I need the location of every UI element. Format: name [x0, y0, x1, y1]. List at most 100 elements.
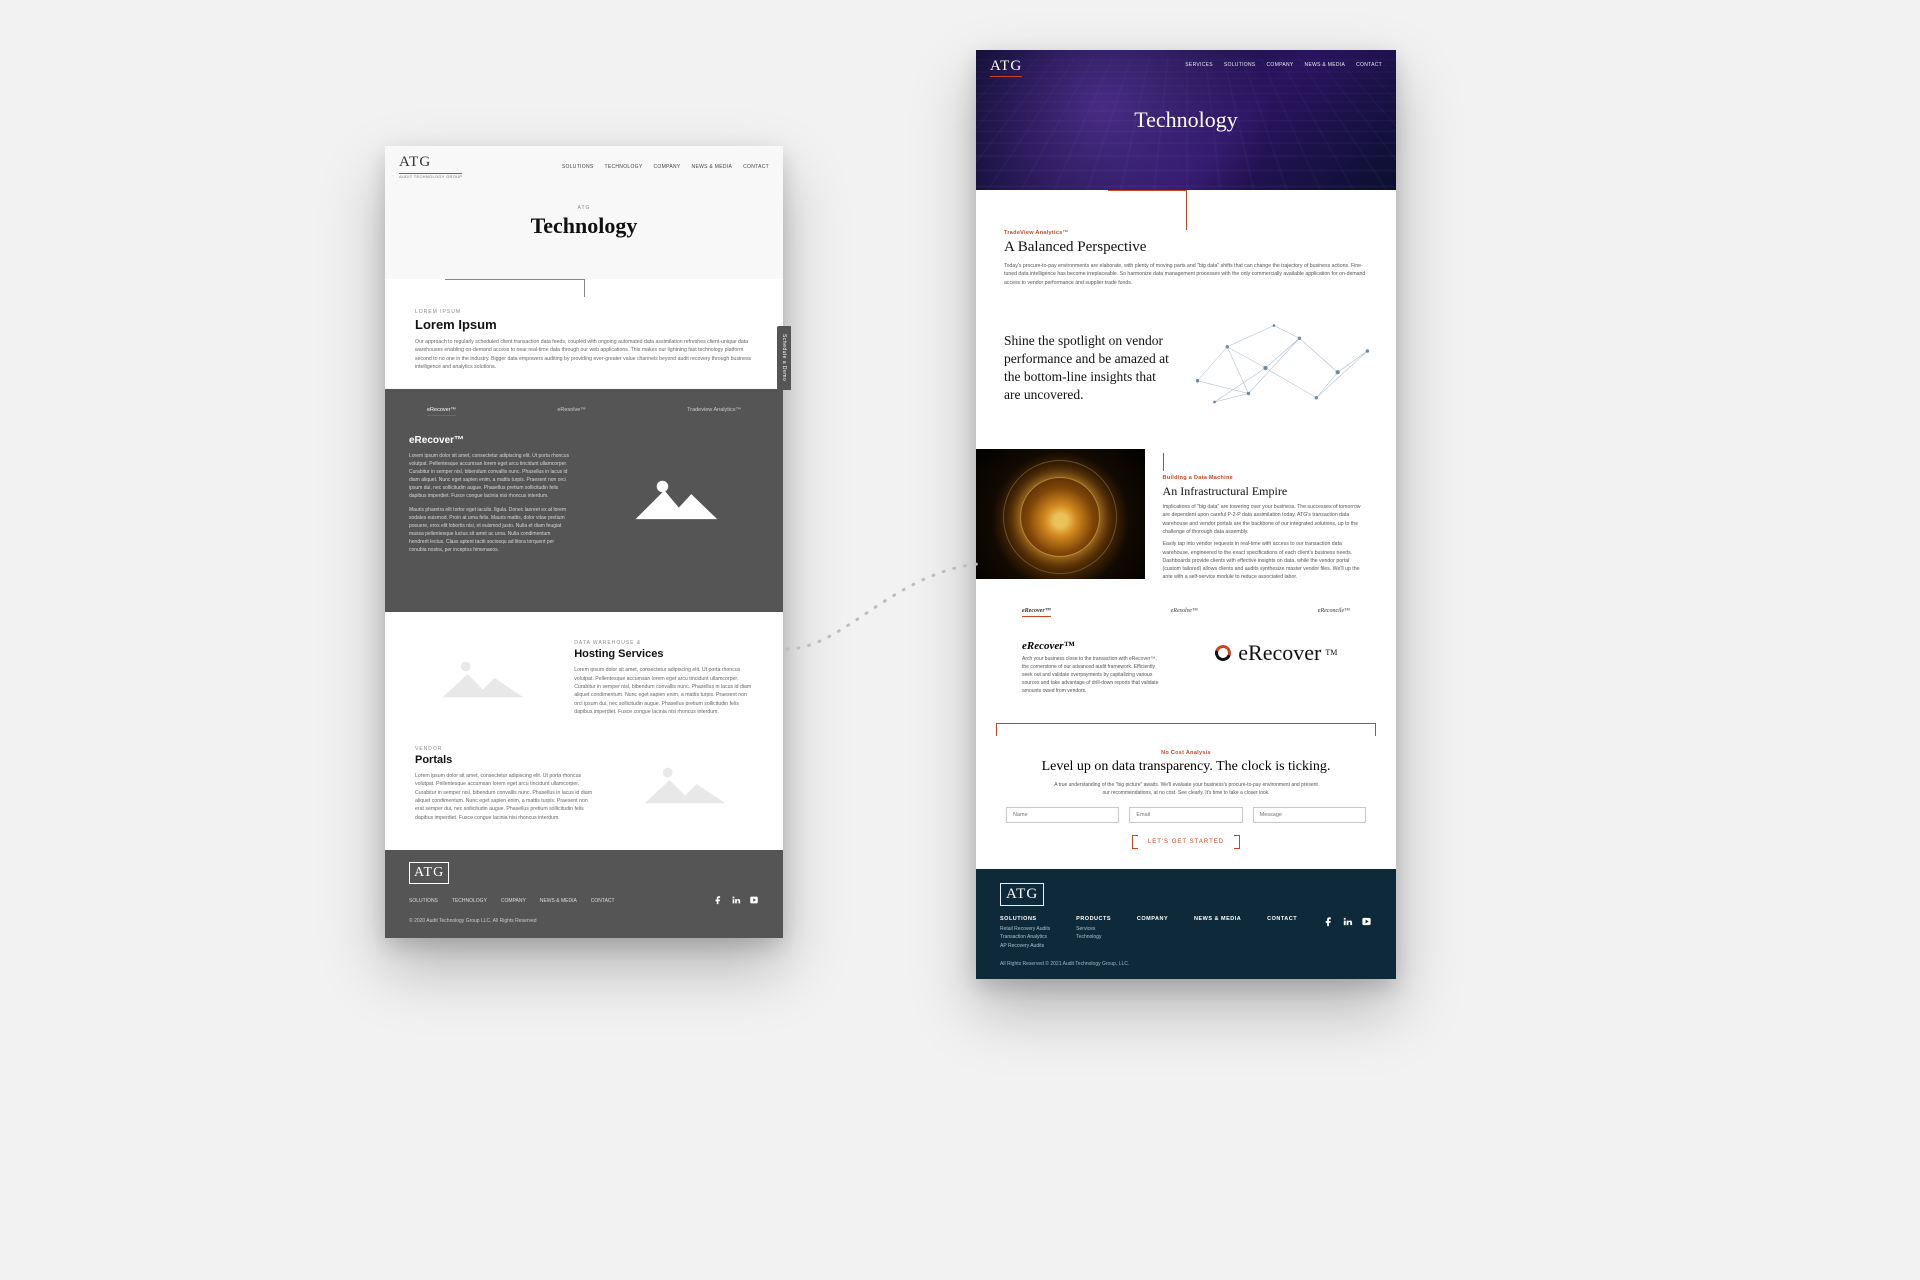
section-eyebrow: DATA WAREHOUSE & [574, 640, 753, 646]
email-field[interactable] [1129, 807, 1242, 823]
section-title: Hosting Services [574, 648, 753, 660]
data-machine-section: Building a Data Machine An Infrastructur… [976, 441, 1396, 600]
tab-erecover[interactable]: eRecover™ [1022, 608, 1051, 614]
cta-title: Level up on data transparency. The clock… [996, 759, 1376, 775]
nav-item[interactable]: COMPANY [1267, 62, 1294, 68]
erecover-logo: eRecover TM [1186, 640, 1366, 666]
nav-item[interactable]: NEWS & MEDIA [1305, 62, 1346, 68]
section-title: Lorem Ipsum [415, 317, 753, 332]
footer-col-heading[interactable]: CONTACT [1267, 916, 1297, 922]
nav-item[interactable]: COMPANY [654, 164, 681, 170]
decorative-line [584, 279, 585, 297]
page-title: Technology [976, 107, 1396, 133]
linkedin-icon[interactable] [1342, 916, 1353, 929]
footer-col-heading[interactable]: COMPANY [1137, 916, 1168, 922]
tab-ereconcile[interactable]: eReconcile™ [1318, 608, 1350, 614]
primary-nav: SERVICES SOLUTIONS COMPANY NEWS & MEDIA … [1185, 62, 1382, 68]
social-links [1323, 916, 1372, 952]
brand-section: eRecover™ Arch your business close to th… [976, 618, 1396, 705]
facebook-icon[interactable] [1323, 916, 1334, 929]
social-links [713, 892, 759, 910]
message-field[interactable] [1253, 807, 1366, 823]
portals-section: VENDOR Portals Lorem ipsum dolor sit ame… [385, 732, 783, 850]
network-graphic-icon [1189, 313, 1376, 423]
footer-nav-item[interactable]: COMPANY [501, 898, 526, 904]
section-body: Lorem ipsum dolor sit amet, consectetur … [574, 666, 753, 716]
footer-link[interactable]: Retail Recovery Audits [1000, 926, 1050, 932]
wireframe-mockup: ATG AUDIT TECHNOLOGY GROUP SOLUTIONS TEC… [385, 146, 783, 938]
section-title: A Balanced Perspective [1004, 239, 1368, 256]
decorative-line [1163, 453, 1164, 471]
tab-eresolve[interactable]: eResolve™ [557, 407, 585, 413]
footer-col-company: COMPANY [1137, 916, 1168, 952]
footer-col-heading[interactable]: NEWS & MEDIA [1194, 916, 1241, 922]
image-placeholder-icon [415, 640, 550, 716]
youtube-icon[interactable] [749, 892, 759, 910]
tab-content: eRecover™ Lorem ipsum dolor sit amet, co… [409, 435, 570, 560]
footer-link[interactable]: Technology [1076, 934, 1111, 940]
cta-eyebrow: No Cost Analysis [996, 750, 1376, 756]
footer-col-products: PRODUCTS Services Technology [1076, 916, 1111, 952]
image-placeholder-icon [618, 746, 753, 822]
footer-link[interactable]: Transaction Analytics [1000, 934, 1050, 940]
section-eyebrow: LOREM IPSUM [415, 309, 753, 315]
footer-nav-item[interactable]: CONTACT [591, 898, 615, 904]
section-eyebrow: TradeView Analytics™ [1004, 230, 1368, 236]
section-eyebrow: Building a Data Machine [1163, 475, 1368, 481]
facebook-icon[interactable] [713, 892, 723, 910]
footer-nav-item[interactable]: NEWS & MEDIA [540, 898, 577, 904]
hosting-section: DATA WAREHOUSE & Hosting Services Lorem … [385, 612, 783, 732]
footer-logo: ATG [409, 862, 449, 884]
nav-item[interactable]: SERVICES [1185, 62, 1213, 68]
brand-logo-text: eRecover [1238, 640, 1321, 666]
primary-nav: SOLUTIONS TECHNOLOGY COMPANY NEWS & MEDI… [562, 164, 769, 170]
page-title: Technology [385, 213, 783, 239]
section-body: Easily tap into vendor requests in real-… [1163, 540, 1368, 582]
logo: ATG [990, 58, 1022, 77]
footer-nav-item[interactable]: SOLUTIONS [409, 898, 438, 904]
footer-nav-item[interactable]: TECHNOLOGY [452, 898, 487, 904]
footer-nav: SOLUTIONS TECHNOLOGY COMPANY NEWS & MEDI… [409, 898, 615, 904]
final-design-mockup: ATG SERVICES SOLUTIONS COMPANY NEWS & ME… [976, 50, 1396, 979]
tab-tradeview[interactable]: Tradeview Analytics™ [687, 407, 741, 413]
tab-eresolve[interactable]: eResolve™ [1171, 608, 1198, 614]
tab-erecover[interactable]: eRecover™ [427, 407, 456, 413]
logo: ATG AUDIT TECHNOLOGY GROUP [399, 154, 462, 179]
product-tabs: eRecover™ eResolve™ Tradeview Analytics™ [409, 407, 759, 413]
sync-icon [1214, 644, 1232, 662]
footer-logo: ATG [1000, 883, 1044, 906]
header: ATG AUDIT TECHNOLOGY GROUP SOLUTIONS TEC… [385, 146, 783, 185]
linkedin-icon[interactable] [731, 892, 741, 910]
tab-paragraph: Mauris pharetra elit tortor eget iaculis… [409, 506, 570, 554]
nav-item[interactable]: SOLUTIONS [1224, 62, 1256, 68]
brand-title: eRecover™ [1022, 640, 1160, 652]
nav-item[interactable]: TECHNOLOGY [605, 164, 643, 170]
nav-item[interactable]: SOLUTIONS [562, 164, 594, 170]
hero: ATG SERVICES SOLUTIONS COMPANY NEWS & ME… [976, 50, 1396, 190]
footer-col-heading[interactable]: PRODUCTS [1076, 916, 1111, 922]
youtube-icon[interactable] [1361, 916, 1372, 929]
footer-link[interactable]: AP Recovery Audits [1000, 943, 1050, 949]
name-field[interactable] [1006, 807, 1119, 823]
tab-title: eRecover™ [409, 435, 570, 446]
footer-link[interactable]: Services [1076, 926, 1111, 932]
section-title: Portals [415, 754, 594, 766]
section-eyebrow: VENDOR [415, 746, 594, 752]
image-placeholder-icon [590, 435, 758, 560]
get-started-button[interactable]: LET'S GET STARTED [1138, 835, 1234, 849]
nav-item[interactable]: NEWS & MEDIA [692, 164, 733, 170]
footer-col-contact: CONTACT [1267, 916, 1297, 952]
tabs-dark-section: eRecover™ eResolve™ Tradeview Analytics™… [385, 389, 783, 612]
footer-col-heading[interactable]: SOLUTIONS [1000, 916, 1050, 922]
cta-section: No Cost Analysis Level up on data transp… [996, 723, 1376, 849]
cta-body: A true understanding of the "big picture… [1053, 781, 1319, 797]
section-body: Lorem ipsum dolor sit amet, consectetur … [415, 772, 594, 822]
footer: ATG SOLUTIONS TECHNOLOGY COMPANY NEWS & … [385, 850, 783, 938]
nav-item[interactable]: CONTACT [1356, 62, 1382, 68]
brand-logo-tm: TM [1325, 648, 1337, 657]
nav-item[interactable]: CONTACT [743, 164, 769, 170]
contact-form [996, 807, 1376, 823]
copyright: All Rights Reserved © 2021 Audit Technol… [1000, 961, 1372, 967]
section-title: An Infrastructural Empire [1163, 484, 1368, 499]
schedule-demo-tab[interactable]: Schedule a Demo [777, 326, 791, 390]
